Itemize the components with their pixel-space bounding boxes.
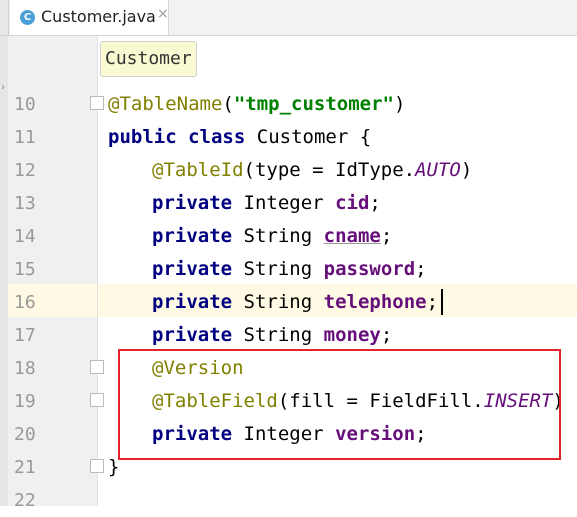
- line-number: 22: [14, 490, 36, 511]
- line-number: 18: [14, 358, 36, 379]
- fold-marker-icon[interactable]: [90, 360, 104, 374]
- field-name: cname: [323, 225, 381, 247]
- code-editor[interactable]: › Customer 10 11 12 13 14 15 16 17 18 19…: [0, 36, 577, 511]
- field-name: telephone: [323, 291, 427, 313]
- code-line[interactable]: private Integer cid;: [152, 187, 381, 220]
- code-line[interactable]: private String password;: [152, 253, 427, 286]
- tab-title: Customer.java: [41, 7, 156, 26]
- line-number: 15: [14, 259, 36, 280]
- semicolon: ;: [380, 324, 393, 346]
- paren: ): [460, 159, 473, 181]
- line-number: 16: [14, 292, 36, 313]
- keyword: private: [152, 324, 233, 346]
- type-name: String: [243, 291, 313, 313]
- keyword: private: [152, 225, 233, 247]
- line-number: 11: [14, 127, 36, 148]
- text-caret: [441, 289, 443, 315]
- field-name: cid: [335, 192, 370, 214]
- annotation: @TableName: [108, 93, 223, 115]
- keyword: private: [152, 258, 233, 280]
- field-name: money: [323, 324, 381, 346]
- line-number: 14: [14, 226, 36, 247]
- line-number: 12: [14, 160, 36, 181]
- annotation: @TableId: [152, 159, 244, 181]
- semicolon: ;: [426, 291, 439, 313]
- code-line[interactable]: private String telephone;: [152, 286, 438, 319]
- string-literal: "tmp_customer": [233, 93, 394, 115]
- code-line[interactable]: private String money;: [152, 319, 392, 352]
- type-name: String: [243, 225, 313, 247]
- line-number: 13: [14, 193, 36, 214]
- paren: ): [394, 93, 406, 115]
- java-class-icon: C: [20, 10, 35, 25]
- fold-marker-icon[interactable]: [90, 393, 104, 407]
- code-line[interactable]: public class Customer {: [108, 121, 371, 154]
- keyword: public: [108, 126, 177, 148]
- keyword: class: [188, 126, 246, 148]
- class-name: Customer: [256, 126, 349, 148]
- tab-bar-edge: [0, 0, 9, 35]
- semicolon: ;: [380, 225, 393, 247]
- line-number: 21: [14, 457, 36, 478]
- code-line[interactable]: @TableName("tmp_customer"): [108, 88, 405, 121]
- semicolon: ;: [415, 258, 427, 280]
- field-name: password: [323, 258, 416, 280]
- tab-customer-java[interactable]: C Customer.java ×: [10, 0, 169, 35]
- code-line[interactable]: private String cname;: [152, 220, 392, 253]
- red-highlight-box: [118, 349, 561, 460]
- close-icon[interactable]: ×: [157, 6, 169, 22]
- line-number: 20: [14, 424, 36, 445]
- brace: {: [359, 126, 372, 148]
- fold-marker-icon[interactable]: [90, 96, 104, 110]
- paren: (: [222, 93, 234, 115]
- code-line[interactable]: @TableId(type = IdType.AUTO): [152, 154, 472, 187]
- semicolon: ;: [369, 192, 381, 214]
- fold-marker-icon[interactable]: [90, 459, 104, 473]
- chevron-right-icon[interactable]: ›: [1, 82, 5, 93]
- gutter-left-strip: [0, 36, 8, 506]
- enum-constant: AUTO: [415, 159, 461, 181]
- type-name: String: [243, 324, 313, 346]
- line-number: 10: [14, 94, 36, 115]
- keyword: private: [152, 192, 233, 214]
- line-number: 17: [14, 325, 36, 346]
- type-name: String: [243, 258, 313, 280]
- editor-tab-bar: C Customer.java ×: [0, 0, 577, 36]
- keyword: private: [152, 291, 233, 313]
- code-text: (type = IdType.: [243, 159, 416, 181]
- breadcrumb[interactable]: Customer: [100, 41, 197, 77]
- type-name: Integer: [243, 192, 324, 214]
- line-number: 19: [14, 391, 36, 412]
